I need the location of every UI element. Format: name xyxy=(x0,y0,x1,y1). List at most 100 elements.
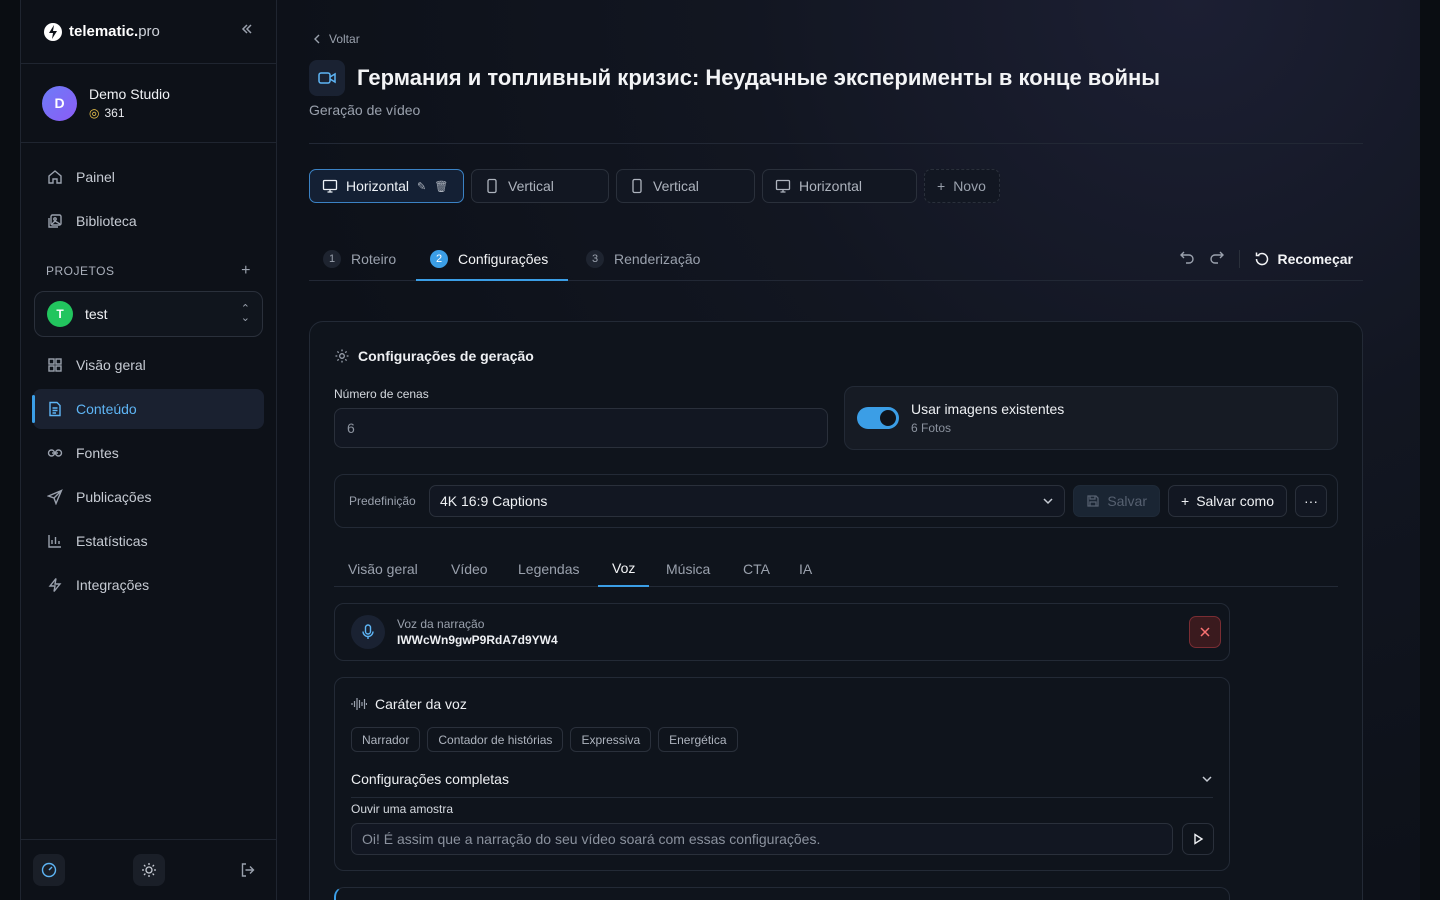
narration-voice-card[interactable]: Voz da narração IWWcWn9gwP9RdA7d9YW4 xyxy=(334,603,1230,661)
gauge-icon xyxy=(41,862,57,878)
step-roteiro[interactable]: 1 Roteiro xyxy=(323,237,396,281)
preset-value: 4K 16:9 Captions xyxy=(440,493,548,509)
tab-video[interactable]: Vídeo xyxy=(437,550,502,587)
restart-label: Recomeçar xyxy=(1277,251,1354,267)
active-step-underline xyxy=(416,279,568,281)
nav-item-visao-geral[interactable]: Visão geral xyxy=(33,345,264,385)
project-name: test xyxy=(85,306,108,322)
nav-label: Visão geral xyxy=(76,357,146,373)
logout-button[interactable] xyxy=(232,854,264,886)
new-variant-button[interactable]: + Novo xyxy=(924,169,1000,203)
variant-tabs: Horizontal ✎ 🗑 Vertical Vertical Horizon… xyxy=(309,169,1000,203)
sidebar: telematic.pro D Demo Studio ◎ 361 Painel… xyxy=(20,0,277,900)
existing-images-toggle[interactable] xyxy=(857,407,899,429)
add-project-icon[interactable]: + xyxy=(241,262,251,280)
nav-item-integracoes[interactable]: Integrações xyxy=(33,565,264,605)
save-as-button[interactable]: + Salvar como xyxy=(1168,485,1287,517)
existing-images-card: Usar imagens existentes 6 Fotos xyxy=(844,386,1338,450)
step-label: Configurações xyxy=(458,251,549,267)
chevron-left-icon xyxy=(314,34,320,44)
nav-item-estatisticas[interactable]: Estatísticas xyxy=(33,521,264,561)
theme-toggle-button[interactable] xyxy=(132,854,165,886)
back-link[interactable]: Voltar xyxy=(313,32,360,46)
main-nav: Painel Biblioteca xyxy=(21,143,276,241)
preset-select[interactable]: 4K 16:9 Captions xyxy=(429,485,1066,517)
scenes-input[interactable]: 6 xyxy=(334,408,828,448)
step-configuracoes[interactable]: 2 Configurações xyxy=(430,237,548,281)
nav-item-painel[interactable]: Painel xyxy=(33,157,264,197)
nav-item-fontes[interactable]: Fontes xyxy=(33,433,264,473)
chip-energetica[interactable]: Energética xyxy=(658,727,738,752)
gear-icon xyxy=(335,349,349,363)
edit-icon[interactable]: ✎ xyxy=(417,180,426,193)
step-tools: Recomeçar xyxy=(1179,237,1354,281)
tab-musica[interactable]: Música xyxy=(652,550,724,587)
nav-item-conteudo[interactable]: Conteúdo xyxy=(32,389,264,429)
studio-switcher[interactable]: D Demo Studio ◎ 361 xyxy=(21,64,276,143)
nav-item-publicacoes[interactable]: Publicações xyxy=(33,477,264,517)
variant-horizontal-2[interactable]: Horizontal xyxy=(762,169,917,203)
microphone-icon xyxy=(351,615,385,649)
logo[interactable]: telematic.pro xyxy=(43,22,160,42)
collapse-sidebar-icon[interactable] xyxy=(240,22,254,41)
tab-visao-geral[interactable]: Visão geral xyxy=(334,550,432,587)
save-as-label: Salvar como xyxy=(1196,493,1274,509)
next-settings-card xyxy=(334,887,1230,900)
trash-icon[interactable]: 🗑 xyxy=(434,180,448,193)
nav-label: Integrações xyxy=(76,577,150,593)
page-subtitle: Geração de vídeo xyxy=(309,102,421,118)
tab-legendas[interactable]: Legendas xyxy=(504,550,594,587)
play-icon xyxy=(1194,833,1204,845)
variant-horizontal-active[interactable]: Horizontal ✎ 🗑 xyxy=(309,169,464,203)
project-nav: Visão geral Conteúdo Fontes Publicações … xyxy=(21,345,276,605)
home-icon xyxy=(46,168,64,186)
panel-title: Configurações de geração xyxy=(358,348,534,364)
brand-name: telematic. xyxy=(69,23,139,40)
chip-contador[interactable]: Contador de histórias xyxy=(427,727,564,752)
usage-button[interactable] xyxy=(33,854,65,886)
voice-character-title: Caráter da voz xyxy=(375,696,467,712)
panel-header: Configurações de geração xyxy=(334,348,534,364)
tab-ia[interactable]: IA xyxy=(785,550,826,587)
credits-count: 361 xyxy=(104,106,125,120)
close-icon xyxy=(1200,627,1210,637)
main-content: Voltar Германия и топливный кризис: Неуд… xyxy=(277,0,1420,900)
chevron-down-icon xyxy=(1202,775,1212,782)
voice-character-card: Caráter da voz Narrador Contador de hist… xyxy=(334,677,1230,871)
link-icon xyxy=(46,444,64,462)
undo-icon[interactable] xyxy=(1179,249,1195,270)
nav-item-biblioteca[interactable]: Biblioteca xyxy=(33,201,264,241)
monitor-icon xyxy=(775,179,791,193)
chip-narrador[interactable]: Narrador xyxy=(351,727,421,752)
tab-voz[interactable]: Voz xyxy=(598,550,650,587)
scenes-placeholder: 6 xyxy=(347,420,355,436)
voice-character-header: Caráter da voz xyxy=(351,696,467,712)
full-settings-toggle[interactable]: Configurações completas xyxy=(351,760,1213,798)
play-sample-button[interactable] xyxy=(1182,823,1214,855)
remove-voice-button[interactable] xyxy=(1189,616,1221,648)
divider xyxy=(309,143,1363,144)
toggle-subtitle: 6 Fotos xyxy=(911,421,952,435)
project-select[interactable]: T test ⌃ ⌄ xyxy=(34,291,263,337)
restart-button[interactable]: Recomeçar xyxy=(1254,251,1354,267)
sun-icon xyxy=(141,863,156,877)
library-icon xyxy=(46,212,64,230)
nav-label: Conteúdo xyxy=(76,401,137,417)
stepper: 1 Roteiro 2 Configurações 3 Renderização… xyxy=(309,237,1363,281)
settings-tabs: Visão geral Vídeo Legendas Voz Música CT… xyxy=(334,550,1338,587)
sidebar-footer xyxy=(21,839,276,900)
tab-cta[interactable]: CTA xyxy=(729,550,784,587)
step-renderizacao[interactable]: 3 Renderização xyxy=(586,237,700,281)
step-label: Roteiro xyxy=(351,251,397,267)
sample-text-input[interactable]: Oi! É assim que a narração do seu vídeo … xyxy=(351,823,1173,855)
variant-vertical-2[interactable]: Vertical xyxy=(616,169,755,203)
more-options-button[interactable]: ··· xyxy=(1295,485,1327,517)
send-icon xyxy=(46,488,64,506)
redo-icon[interactable] xyxy=(1209,249,1225,270)
chip-expressiva[interactable]: Expressiva xyxy=(570,727,652,752)
bar-chart-icon xyxy=(46,532,64,550)
variant-vertical-1[interactable]: Vertical xyxy=(471,169,609,203)
preset-label: Predefinição xyxy=(349,494,416,508)
save-button[interactable]: Salvar xyxy=(1073,485,1160,517)
projects-section: PROJETOS + xyxy=(21,261,276,281)
